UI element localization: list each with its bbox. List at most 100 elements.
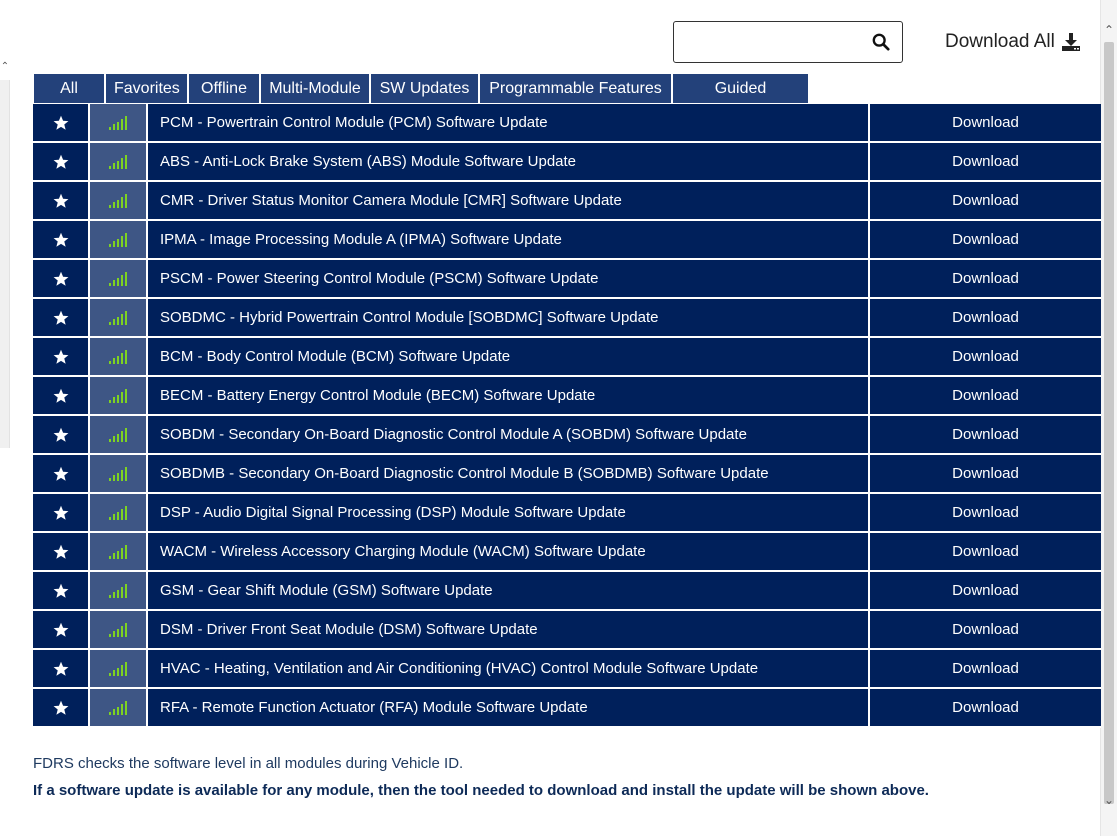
- star-icon: [53, 700, 68, 715]
- table-row: PSCM - Power Steering Control Module (PS…: [33, 260, 1101, 299]
- download-button[interactable]: Download: [870, 104, 1101, 141]
- star-icon: [53, 388, 68, 403]
- left-scroll-thumb[interactable]: [0, 80, 10, 448]
- module-name: CMR - Driver Status Monitor Camera Modul…: [148, 182, 870, 219]
- module-name: RFA - Remote Function Actuator (RFA) Mod…: [148, 689, 870, 726]
- download-button[interactable]: Download: [870, 182, 1101, 219]
- table-row: SOBDMB - Secondary On-Board Diagnostic C…: [33, 455, 1101, 494]
- scroll-up-icon[interactable]: ⌃: [1101, 22, 1117, 38]
- module-name: SOBDMB - Secondary On-Board Diagnostic C…: [148, 455, 870, 492]
- download-button[interactable]: Download: [870, 143, 1101, 180]
- search-box[interactable]: [673, 21, 903, 63]
- scroll-down-icon[interactable]: ⌄: [1101, 792, 1117, 808]
- module-name: DSP - Audio Digital Signal Processing (D…: [148, 494, 870, 531]
- signal-icon: [109, 700, 127, 715]
- module-name: HVAC - Heating, Ventilation and Air Cond…: [148, 650, 870, 687]
- signal-icon: [109, 154, 127, 169]
- module-name: DSM - Driver Front Seat Module (DSM) Sof…: [148, 611, 870, 648]
- download-button[interactable]: Download: [870, 416, 1101, 453]
- star-icon: [53, 193, 68, 208]
- favorite-star-button[interactable]: [33, 338, 90, 375]
- star-icon: [53, 154, 68, 169]
- tab-offline[interactable]: Offline: [188, 73, 260, 103]
- module-name: SOBDMC - Hybrid Powertrain Control Modul…: [148, 299, 870, 336]
- chevron-up-icon[interactable]: ⌃: [0, 60, 10, 74]
- download-button[interactable]: Download: [870, 338, 1101, 375]
- tab-sw-updates[interactable]: SW Updates: [370, 73, 479, 103]
- download-button[interactable]: Download: [870, 650, 1101, 687]
- favorite-star-button[interactable]: [33, 143, 90, 180]
- tab-guided-routines[interactable]: Guided Routines: [672, 73, 809, 127]
- table-row: BECM - Battery Energy Control Module (BE…: [33, 377, 1101, 416]
- signal-icon: [109, 661, 127, 676]
- table-row: CMR - Driver Status Monitor Camera Modul…: [33, 182, 1101, 221]
- favorite-star-button[interactable]: [33, 299, 90, 336]
- favorite-star-button[interactable]: [33, 221, 90, 258]
- module-name: WACM - Wireless Accessory Charging Modul…: [148, 533, 870, 570]
- favorite-star-button[interactable]: [33, 104, 90, 141]
- star-icon: [53, 661, 68, 676]
- download-button[interactable]: Download: [870, 455, 1101, 492]
- download-all-button[interactable]: Download All: [945, 30, 1081, 54]
- star-icon: [53, 115, 68, 130]
- tab-favorites[interactable]: Favorites: [105, 73, 188, 103]
- signal-icon: [109, 232, 127, 247]
- star-icon: [53, 232, 68, 247]
- module-name: IPMA - Image Processing Module A (IPMA) …: [148, 221, 870, 258]
- download-button[interactable]: Download: [870, 533, 1101, 570]
- left-scroll-strip: ⌃: [0, 0, 10, 836]
- table-row: WACM - Wireless Accessory Charging Modul…: [33, 533, 1101, 572]
- table-row: PCM - Powertrain Control Module (PCM) So…: [33, 104, 1101, 143]
- signal-cell: [90, 533, 148, 570]
- download-button[interactable]: Download: [870, 299, 1101, 336]
- tab-programmable-features[interactable]: Programmable Features: [479, 73, 672, 103]
- signal-cell: [90, 650, 148, 687]
- signal-cell: [90, 416, 148, 453]
- scroll-thumb[interactable]: [1104, 42, 1114, 804]
- star-icon: [53, 505, 68, 520]
- favorite-star-button[interactable]: [33, 611, 90, 648]
- download-button[interactable]: Download: [870, 572, 1101, 609]
- software-update-table: PCM - Powertrain Control Module (PCM) So…: [33, 104, 1101, 728]
- signal-icon: [109, 544, 127, 559]
- table-row: DSM - Driver Front Seat Module (DSM) Sof…: [33, 611, 1101, 650]
- star-icon: [53, 544, 68, 559]
- favorite-star-button[interactable]: [33, 689, 90, 726]
- download-button[interactable]: Download: [870, 689, 1101, 726]
- download-button[interactable]: Download: [870, 221, 1101, 258]
- info-note: If a software update is available for an…: [33, 782, 929, 799]
- signal-icon: [109, 622, 127, 637]
- signal-cell: [90, 143, 148, 180]
- vertical-scrollbar[interactable]: ⌃ ⌄: [1100, 0, 1117, 836]
- filter-tabs: All Favorites Offline Multi-Module SW Up…: [33, 73, 809, 127]
- info-text: FDRS checks the software level in all mo…: [33, 755, 464, 772]
- signal-cell: [90, 689, 148, 726]
- favorite-star-button[interactable]: [33, 494, 90, 531]
- download-button[interactable]: Download: [870, 260, 1101, 297]
- signal-cell: [90, 260, 148, 297]
- favorite-star-button[interactable]: [33, 455, 90, 492]
- search-input[interactable]: [682, 31, 862, 53]
- star-icon: [53, 466, 68, 481]
- star-icon: [53, 310, 68, 325]
- module-name: GSM - Gear Shift Module (GSM) Software U…: [148, 572, 870, 609]
- table-row: GSM - Gear Shift Module (GSM) Software U…: [33, 572, 1101, 611]
- favorite-star-button[interactable]: [33, 182, 90, 219]
- favorite-star-button[interactable]: [33, 377, 90, 414]
- download-button[interactable]: Download: [870, 611, 1101, 648]
- favorite-star-button[interactable]: [33, 650, 90, 687]
- module-name: BCM - Body Control Module (BCM) Software…: [148, 338, 870, 375]
- download-button[interactable]: Download: [870, 494, 1101, 531]
- search-icon[interactable]: [872, 33, 890, 51]
- tab-multi-module[interactable]: Multi-Module: [260, 73, 370, 103]
- tab-all[interactable]: All: [33, 73, 105, 103]
- signal-cell: [90, 377, 148, 414]
- download-button[interactable]: Download: [870, 377, 1101, 414]
- star-icon: [53, 622, 68, 637]
- favorite-star-button[interactable]: [33, 260, 90, 297]
- favorite-star-button[interactable]: [33, 533, 90, 570]
- signal-icon: [109, 115, 127, 130]
- table-row: SOBDM - Secondary On-Board Diagnostic Co…: [33, 416, 1101, 455]
- favorite-star-button[interactable]: [33, 416, 90, 453]
- favorite-star-button[interactable]: [33, 572, 90, 609]
